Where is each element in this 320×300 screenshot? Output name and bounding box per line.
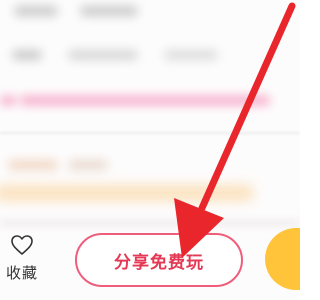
blurred-content-row xyxy=(12,48,252,62)
section-separator xyxy=(0,218,300,228)
favorite-label: 收藏 xyxy=(5,264,38,282)
app-screen: 收藏 分享免费玩 xyxy=(0,0,300,300)
blurred-info-row xyxy=(8,158,158,172)
favorite-button[interactable]: 收藏 xyxy=(2,234,42,290)
share-button-label: 分享免费玩 xyxy=(114,252,204,273)
divider xyxy=(0,132,300,134)
blurred-header-row xyxy=(14,4,144,18)
primary-action-button[interactable] xyxy=(265,228,300,290)
blurred-promo-row xyxy=(0,93,300,107)
heart-outline-icon xyxy=(11,235,33,255)
share-free-play-button[interactable]: 分享免费玩 xyxy=(75,233,243,287)
blurred-highlight-bar xyxy=(0,185,254,201)
